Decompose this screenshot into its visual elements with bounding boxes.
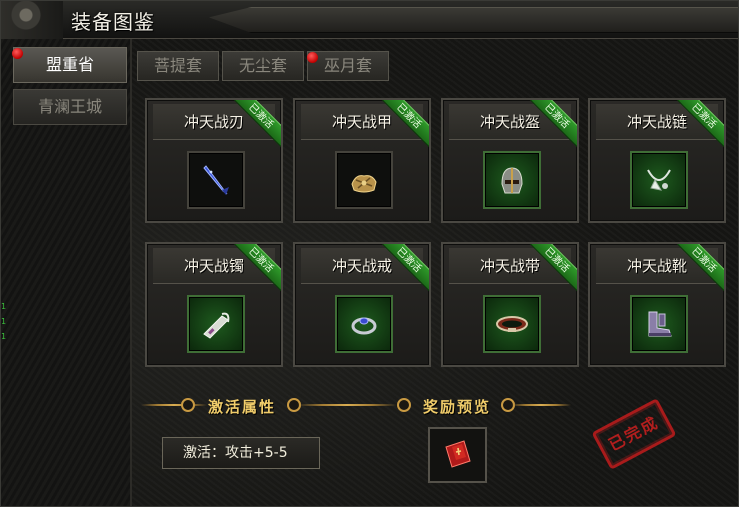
edge-mark: 1 [1, 317, 7, 326]
item-slot[interactable] [335, 295, 393, 353]
tab-label: 无尘套 [238, 56, 287, 75]
necklace-icon [647, 169, 671, 191]
activation-attributes-heading: 激活属性 [208, 398, 277, 416]
tab-puti-set[interactable]: 菩提套 [137, 51, 219, 81]
edge-mark: 1 [1, 332, 7, 341]
tab-label: 菩提套 [153, 56, 202, 75]
belt-icon [496, 316, 528, 332]
heading-ornament [297, 404, 397, 406]
equipment-card-bracelet[interactable]: 冲天战镯 已激活 [145, 242, 283, 367]
notification-dot-icon [307, 52, 318, 63]
item-slot[interactable] [335, 151, 393, 209]
item-slot[interactable] [483, 151, 541, 209]
helmet-icon [501, 167, 523, 194]
heading-ornament [141, 404, 207, 406]
item-slot[interactable] [187, 151, 245, 209]
activation-attribute-value: 激活：攻击+5-5 [162, 437, 320, 469]
completed-stamp: 已完成 [591, 398, 677, 470]
tab-wuchen-set[interactable]: 无尘套 [222, 51, 304, 81]
heading-ornament-knot [181, 398, 195, 412]
reward-preview-heading: 奖励预览 [423, 398, 492, 416]
gold-armor-icon [351, 175, 377, 193]
blue-blade-icon [203, 165, 229, 195]
item-slot[interactable] [630, 295, 688, 353]
sidebar-tab-label: 盟重省 [45, 55, 94, 74]
heading-ornament-knot [397, 398, 411, 412]
sidebar-edge-marks: 1 1 1 [1, 299, 7, 344]
sidebar-tab-label: 青澜王城 [37, 97, 102, 116]
ring-icon [351, 317, 377, 335]
boots-icon [648, 311, 672, 337]
reward-item-slot[interactable] [428, 427, 487, 483]
equipment-card-boots[interactable]: 冲天战靴 已激活 [588, 242, 726, 367]
sidebar-tab-qinglan[interactable]: 青澜王城 [13, 89, 127, 125]
window-title: 装备图鉴 [71, 10, 155, 34]
tab-wuyue-set[interactable]: 巫月套 [307, 51, 389, 81]
title-bar-ornament [209, 7, 738, 33]
item-slot[interactable] [483, 295, 541, 353]
equipment-card-ring[interactable]: 冲天战戒 已激活 [293, 242, 431, 367]
title-bar: 装备图鉴 [1, 1, 738, 39]
notification-dot-icon [12, 48, 23, 59]
sidebar-tab-mengzhong[interactable]: 盟重省 [13, 47, 127, 83]
region-sidebar: 盟重省 青澜王城 1 1 1 [1, 39, 132, 506]
tab-label: 巫月套 [323, 56, 372, 75]
equipment-card-belt[interactable]: 冲天战带 已激活 [441, 242, 579, 367]
equipment-card-armor[interactable]: 冲天战甲 已激活 [293, 98, 431, 223]
edge-mark: 1 [1, 302, 7, 311]
heading-ornament [511, 404, 571, 406]
bracelet-icon [203, 312, 230, 339]
red-scroll-icon [444, 440, 471, 468]
item-slot[interactable] [630, 151, 688, 209]
equipment-card-necklace[interactable]: 冲天战链 已激活 [588, 98, 726, 223]
equipment-card-helmet[interactable]: 冲天战盔 已激活 [441, 98, 579, 223]
equipment-card-blade[interactable]: 冲天战刃 已激活 [145, 98, 283, 223]
equipment-collection-window: 装备图鉴 盟重省 青澜王城 1 1 1 菩提套 无尘套 巫月套 冲天战刃 已激活 [0, 0, 739, 507]
dragon-ornament-icon [1, 1, 63, 39]
item-slot[interactable] [187, 295, 245, 353]
